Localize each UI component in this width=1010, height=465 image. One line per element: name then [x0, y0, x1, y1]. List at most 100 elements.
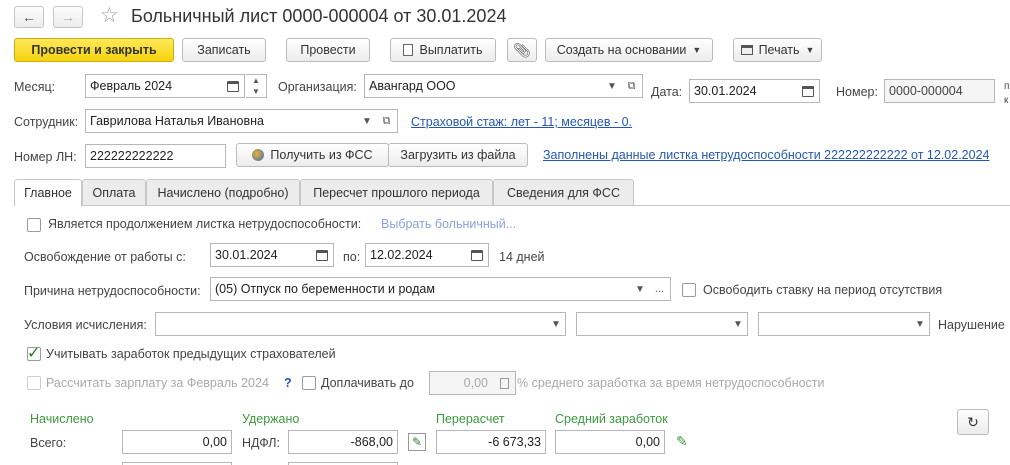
- free-rate-checkbox[interactable]: [682, 283, 696, 297]
- back-button[interactable]: ←: [14, 6, 44, 28]
- release-from-field[interactable]: 30.01.2024: [210, 243, 334, 267]
- reason-value: (05) Отпуск по беременности и родам: [215, 282, 435, 296]
- employee-value: Гаврилова Наталья Ивановна: [90, 114, 264, 128]
- save-button[interactable]: Записать: [182, 38, 266, 62]
- load-from-file-button[interactable]: Загрузить из файла: [388, 143, 528, 167]
- get-from-fss-button[interactable]: Получить из ФСС: [236, 143, 389, 167]
- chevron-down-icon[interactable]: ▼: [603, 75, 621, 97]
- conditions-label: Условия исчисления:: [24, 318, 147, 332]
- favorite-star-icon[interactable]: ☆: [100, 3, 119, 28]
- reason-label: Причина нетрудоспособности:: [24, 284, 201, 298]
- chevron-down-icon: ▼: [805, 45, 815, 55]
- pay-button[interactable]: Выплатить: [390, 38, 496, 62]
- refresh-button[interactable]: ↻: [957, 409, 989, 435]
- continuation-checkbox[interactable]: [27, 218, 41, 232]
- arrow-right-icon: →: [61, 9, 75, 25]
- extra-pay-checkbox[interactable]: [302, 376, 316, 390]
- number-side-text-1: п: [1004, 81, 1010, 92]
- ln-number-value: 222222222222: [90, 149, 174, 163]
- condition-3-field[interactable]: ▼: [758, 312, 930, 336]
- get-from-fss-label: Получить из ФСС: [270, 148, 373, 162]
- number-value: 0000-000004: [889, 84, 963, 98]
- continuation-label: Является продолжением листка нетрудоспос…: [48, 217, 362, 231]
- open-link-icon: ⧉: [627, 79, 636, 92]
- insurance-experience-link[interactable]: Страховой стаж: лет - 11; месяцев - 0.: [411, 115, 632, 129]
- choose-sick-leave-link[interactable]: Выбрать больничный...: [381, 217, 516, 231]
- release-to-field[interactable]: 12.02.2024: [365, 243, 489, 267]
- total-field[interactable]: 0,00: [122, 430, 232, 454]
- print-button-label: Печать: [758, 43, 800, 57]
- days-count: 14 дней: [499, 250, 545, 264]
- previous-earnings-label: Учитывать заработок предыдущих страховат…: [46, 347, 336, 361]
- extra-pay-field[interactable]: 0,00: [429, 371, 495, 395]
- month-field[interactable]: Февраль 2024: [85, 74, 245, 98]
- condition-1-field[interactable]: ▼: [155, 312, 566, 336]
- open-link-icon: ⧉: [382, 114, 391, 127]
- refresh-icon: ↻: [967, 413, 979, 430]
- calendar-icon[interactable]: [799, 80, 817, 102]
- spin-up-icon[interactable]: ▲: [246, 75, 266, 86]
- reason-select-button[interactable]: ...: [649, 277, 671, 301]
- total-label: Всего:: [30, 436, 67, 450]
- chevron-down-icon[interactable]: ▼: [911, 313, 929, 335]
- tab-fss-info[interactable]: Сведения для ФСС: [493, 179, 634, 206]
- violation-label: Нарушение: [938, 318, 1005, 332]
- tab-main[interactable]: Главное: [14, 179, 82, 207]
- calc-salary-checkbox[interactable]: [27, 376, 41, 390]
- post-and-close-button[interactable]: Провести и закрыть: [14, 38, 174, 62]
- forward-button[interactable]: →: [53, 6, 83, 28]
- attach-button[interactable]: 📎︎: [507, 38, 537, 62]
- chevron-down-icon: ▼: [692, 45, 702, 55]
- chevron-down-icon[interactable]: ▼: [358, 110, 376, 132]
- month-value: Февраль 2024: [90, 79, 173, 93]
- recalc-field[interactable]: -6 673,33: [436, 430, 546, 454]
- organization-field[interactable]: Авангард ООО ▼: [364, 74, 622, 98]
- create-based-on-label: Создать на основании: [556, 43, 687, 57]
- number-field[interactable]: 0000-000004: [884, 79, 995, 103]
- print-button[interactable]: Печать ▼: [733, 38, 822, 62]
- month-spinner[interactable]: ▲ ▼: [246, 74, 267, 98]
- fss-icon: [252, 149, 265, 161]
- open-employee-button[interactable]: ⧉: [376, 109, 398, 133]
- tab-payment[interactable]: Оплата: [82, 179, 146, 206]
- ellipsis-icon: ...: [654, 283, 665, 295]
- release-label: Освобождение от работы с:: [24, 250, 186, 264]
- calc-salary-label: Рассчитать зарплату за Февраль 2024: [46, 376, 269, 390]
- calendar-icon[interactable]: [224, 75, 242, 97]
- chevron-down-icon[interactable]: ▼: [547, 313, 565, 335]
- calendar-icon[interactable]: [468, 244, 486, 266]
- average-earnings-field[interactable]: 0,00: [555, 430, 665, 454]
- employee-label: Сотрудник:: [14, 115, 79, 129]
- calculator-button[interactable]: [494, 371, 516, 395]
- ln-number-field[interactable]: 222222222222: [85, 144, 226, 168]
- ndfl-field[interactable]: -868,00: [288, 430, 398, 454]
- chevron-down-icon[interactable]: ▼: [631, 278, 649, 300]
- tab-accrued-detailed[interactable]: Начислено (подробно): [146, 179, 300, 206]
- accrued-heading: Начислено: [30, 412, 94, 426]
- calendar-icon[interactable]: [313, 244, 331, 266]
- condition-2-field[interactable]: ▼: [576, 312, 748, 336]
- create-based-on-button[interactable]: Создать на основании ▼: [545, 38, 713, 62]
- filled-data-link[interactable]: Заполнены данные листка нетрудоспособнос…: [543, 148, 989, 162]
- total-value: 0,00: [202, 435, 227, 449]
- previous-earnings-checkbox[interactable]: ✓: [27, 345, 41, 362]
- organization-label: Организация:: [278, 80, 357, 94]
- release-to-label: по:: [343, 250, 361, 264]
- open-organization-button[interactable]: ⧉: [621, 74, 643, 98]
- spin-down-icon[interactable]: ▼: [246, 86, 266, 97]
- document-icon: [403, 44, 414, 56]
- ndfl-value: -868,00: [350, 435, 393, 449]
- help-icon[interactable]: ?: [284, 376, 292, 390]
- chevron-down-icon[interactable]: ▼: [729, 313, 747, 335]
- edit-ndfl-icon[interactable]: ✎: [408, 433, 426, 451]
- date-field[interactable]: 30.01.2024: [689, 79, 820, 103]
- date-label: Дата:: [651, 85, 683, 99]
- average-earnings-value: 0,00: [635, 435, 660, 449]
- tab-recalculation[interactable]: Пересчет прошлого периода: [300, 179, 493, 206]
- employee-field[interactable]: Гаврилова Наталья Ивановна ▼: [85, 109, 377, 133]
- post-button[interactable]: Провести: [286, 38, 370, 62]
- reason-field[interactable]: (05) Отпуск по беременности и родам ▼: [210, 277, 650, 301]
- edit-average-earnings-icon[interactable]: ✎: [676, 433, 688, 450]
- recalc-value: -6 673,33: [488, 435, 541, 449]
- ndfl-label: НДФЛ:: [242, 436, 280, 450]
